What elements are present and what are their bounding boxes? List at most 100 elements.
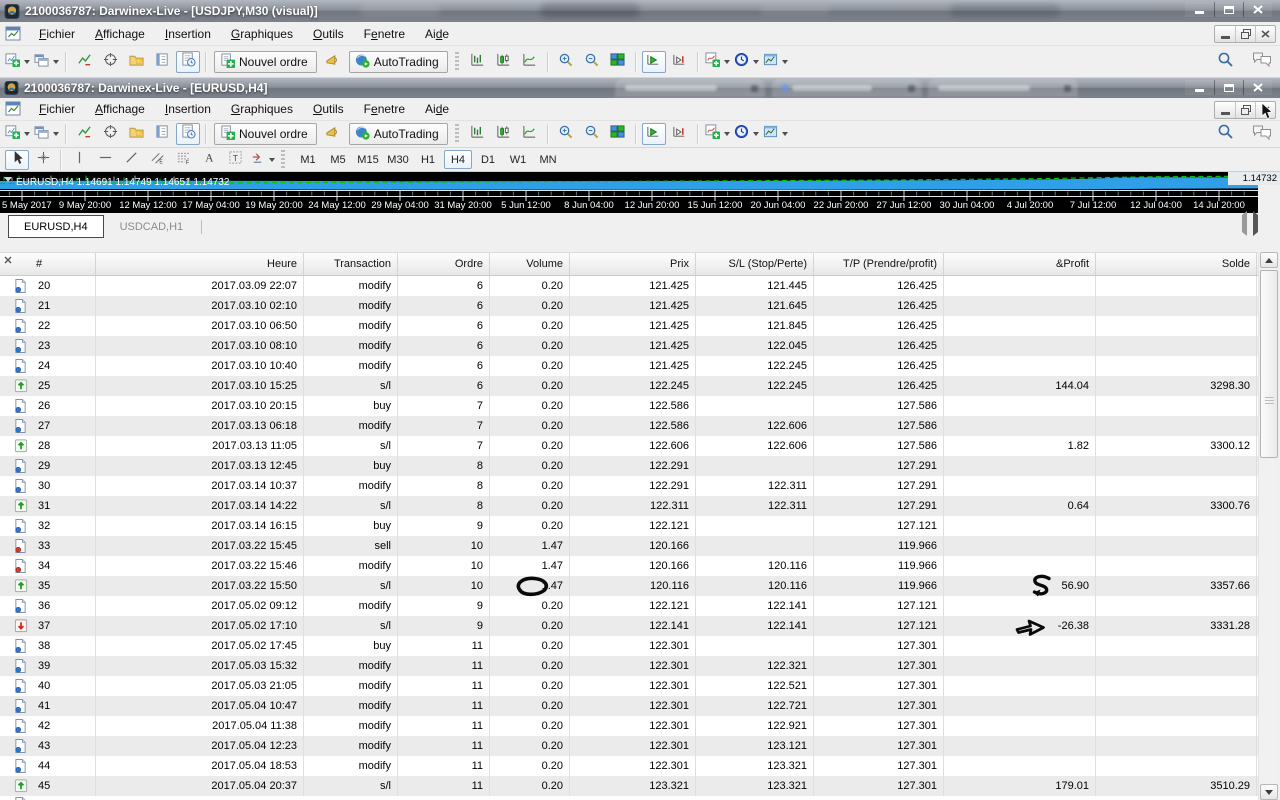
zoom-in-button[interactable]: [554, 123, 578, 145]
menu-fichier[interactable]: Fichier: [29, 100, 85, 118]
profiles-button[interactable]: [33, 51, 60, 73]
search-icon[interactable]: [1217, 123, 1234, 145]
table-row[interactable]: 352017.03.22 15:50s/l101.47120.116120.11…: [0, 576, 1258, 596]
table-row[interactable]: 202017.03.09 22:07modify60.20121.425121.…: [0, 276, 1258, 296]
menu-graphiques[interactable]: Graphiques: [221, 25, 303, 43]
table-row[interactable]: 332017.03.22 15:45sell101.47120.166119.9…: [0, 536, 1258, 556]
table-row[interactable]: 262017.03.10 20:15buy70.20122.586127.586: [0, 396, 1258, 416]
new-order-button[interactable]: Nouvel ordre: [214, 123, 317, 145]
maximize-button[interactable]: [1214, 2, 1243, 17]
minimize-button[interactable]: [1185, 80, 1214, 95]
table-row[interactable]: 282017.03.13 11:05s/l70.20122.606122.606…: [0, 436, 1258, 456]
table-row[interactable]: 222017.03.10 06:50modify60.20121.425121.…: [0, 316, 1258, 336]
autotrading-button[interactable]: AutoTrading: [349, 123, 448, 145]
table-row[interactable]: 442017.05.04 18:53modify110.20122.301123…: [0, 756, 1258, 776]
menu-aide[interactable]: Aide: [415, 25, 459, 43]
megaphone-button[interactable]: [321, 123, 345, 145]
table-row[interactable]: 392017.05.03 15:32modify110.20122.301122…: [0, 656, 1258, 676]
favorites-button[interactable]: [124, 123, 148, 145]
shapes-button[interactable]: [249, 150, 276, 170]
toolbar-grip[interactable]: [455, 52, 459, 72]
periods-button[interactable]: [733, 51, 760, 73]
table-row[interactable]: 292017.03.13 12:45buy80.20122.291127.291: [0, 456, 1258, 476]
table-row[interactable]: 372017.05.02 17:10s/l90.20122.141122.141…: [0, 616, 1258, 636]
favorites-button[interactable]: [124, 51, 148, 73]
menu-outils[interactable]: Outils: [303, 100, 354, 118]
candle-chart-button[interactable]: [492, 123, 516, 145]
timeframe-M15[interactable]: M15: [354, 150, 382, 169]
channel-button[interactable]: E: [145, 150, 169, 170]
menu-insertion[interactable]: Insertion: [155, 25, 221, 43]
table-row[interactable]: 382017.05.02 17:45buy110.20122.301127.30…: [0, 636, 1258, 656]
visual-step-button[interactable]: [668, 123, 692, 145]
hline-button[interactable]: [93, 150, 117, 170]
table-row[interactable]: 232017.03.10 08:10modify60.20121.425122.…: [0, 336, 1258, 356]
scroll-down-button[interactable]: [1260, 784, 1278, 800]
chart-tab-usdcad-h1[interactable]: USDCAD,H1: [104, 215, 200, 238]
visual-step-button[interactable]: [668, 51, 692, 73]
crosshair-button[interactable]: [98, 123, 122, 145]
cursor-button[interactable]: [5, 150, 29, 170]
menu-fichier[interactable]: Fichier: [29, 25, 85, 43]
journal-button[interactable]: [150, 51, 174, 73]
bar-chart-button[interactable]: [466, 51, 490, 73]
scrollbar-thumb[interactable]: [1260, 270, 1278, 458]
table-row[interactable]: 342017.03.22 15:46modify101.47120.166120…: [0, 556, 1258, 576]
close-panel-button[interactable]: [2, 254, 14, 266]
market-watch-button[interactable]: [176, 123, 200, 145]
table-row[interactable]: 252017.03.10 15:25s/l60.20122.245122.245…: [0, 376, 1258, 396]
crosshair-button[interactable]: [98, 51, 122, 73]
vline-button[interactable]: [67, 150, 91, 170]
menu-insertion[interactable]: Insertion: [155, 100, 221, 118]
indicators-button[interactable]: [704, 123, 731, 145]
menu-affichage[interactable]: Affichage: [85, 100, 155, 118]
table-row[interactable]: 362017.05.02 09:12modify90.20122.121122.…: [0, 596, 1258, 616]
scroll-up-button[interactable]: [1260, 252, 1278, 268]
visual-play-button[interactable]: [642, 51, 666, 73]
toolbar-grip[interactable]: [455, 124, 459, 144]
visual-play-button[interactable]: [642, 123, 666, 145]
fibo-button[interactable]: F: [171, 150, 195, 170]
table-row[interactable]: 242017.03.10 10:40modify60.20121.425122.…: [0, 356, 1258, 376]
child-close-button[interactable]: [1255, 26, 1275, 42]
timeframe-W1[interactable]: W1: [504, 150, 532, 169]
profiles-button[interactable]: [33, 123, 60, 145]
candle-chart-button[interactable]: [492, 51, 516, 73]
periods-button[interactable]: [733, 123, 760, 145]
table-row[interactable]: 422017.05.04 11:38modify110.20122.301122…: [0, 716, 1258, 736]
tick-chart-button[interactable]: [72, 123, 96, 145]
table-row[interactable]: 452017.05.04 20:37s/l110.20123.321123.32…: [0, 776, 1258, 796]
maximize-button[interactable]: [1214, 80, 1243, 95]
tile-windows-button[interactable]: [606, 51, 630, 73]
timeframe-MN[interactable]: MN: [534, 150, 562, 169]
trendline-button[interactable]: [119, 150, 143, 170]
indicators-button[interactable]: [704, 51, 731, 73]
new-order-button[interactable]: Nouvel ordre: [214, 51, 317, 73]
text-a-button[interactable]: A: [197, 150, 221, 170]
line-chart-button[interactable]: [518, 123, 542, 145]
chat-icon[interactable]: [1252, 124, 1272, 145]
templates-button[interactable]: [762, 123, 789, 145]
menu-aide[interactable]: Aide: [415, 100, 459, 118]
table-row[interactable]: 302017.03.14 10:37modify80.20122.291122.…: [0, 476, 1258, 496]
zoom-out-button[interactable]: [580, 51, 604, 73]
minimize-button[interactable]: [1185, 2, 1214, 17]
menu-graphiques[interactable]: Graphiques: [221, 100, 303, 118]
chart-tab-eurusd-h4[interactable]: EURUSD,H4: [8, 215, 104, 238]
tab-scroll-left-button[interactable]: [1242, 215, 1247, 233]
journal-button[interactable]: [150, 123, 174, 145]
child-restore-button[interactable]: [1235, 102, 1255, 118]
table-row[interactable]: 402017.05.03 21:05modify110.20122.301122…: [0, 676, 1258, 696]
close-button[interactable]: [1243, 2, 1272, 17]
timeframe-H1[interactable]: H1: [414, 150, 442, 169]
table-row[interactable]: 212017.03.10 02:10modify60.20121.425121.…: [0, 296, 1258, 316]
line-chart-button[interactable]: [518, 51, 542, 73]
tile-windows-button[interactable]: [606, 123, 630, 145]
chat-icon[interactable]: [1252, 51, 1272, 72]
table-row[interactable]: 322017.03.14 16:15buy90.20122.121127.121: [0, 516, 1258, 536]
table-scrollbar[interactable]: [1258, 252, 1278, 800]
child-minimize-button[interactable]: [1215, 26, 1235, 42]
timeframe-D1[interactable]: D1: [474, 150, 502, 169]
close-button[interactable]: [1243, 80, 1272, 95]
menu-affichage[interactable]: Affichage: [85, 25, 155, 43]
